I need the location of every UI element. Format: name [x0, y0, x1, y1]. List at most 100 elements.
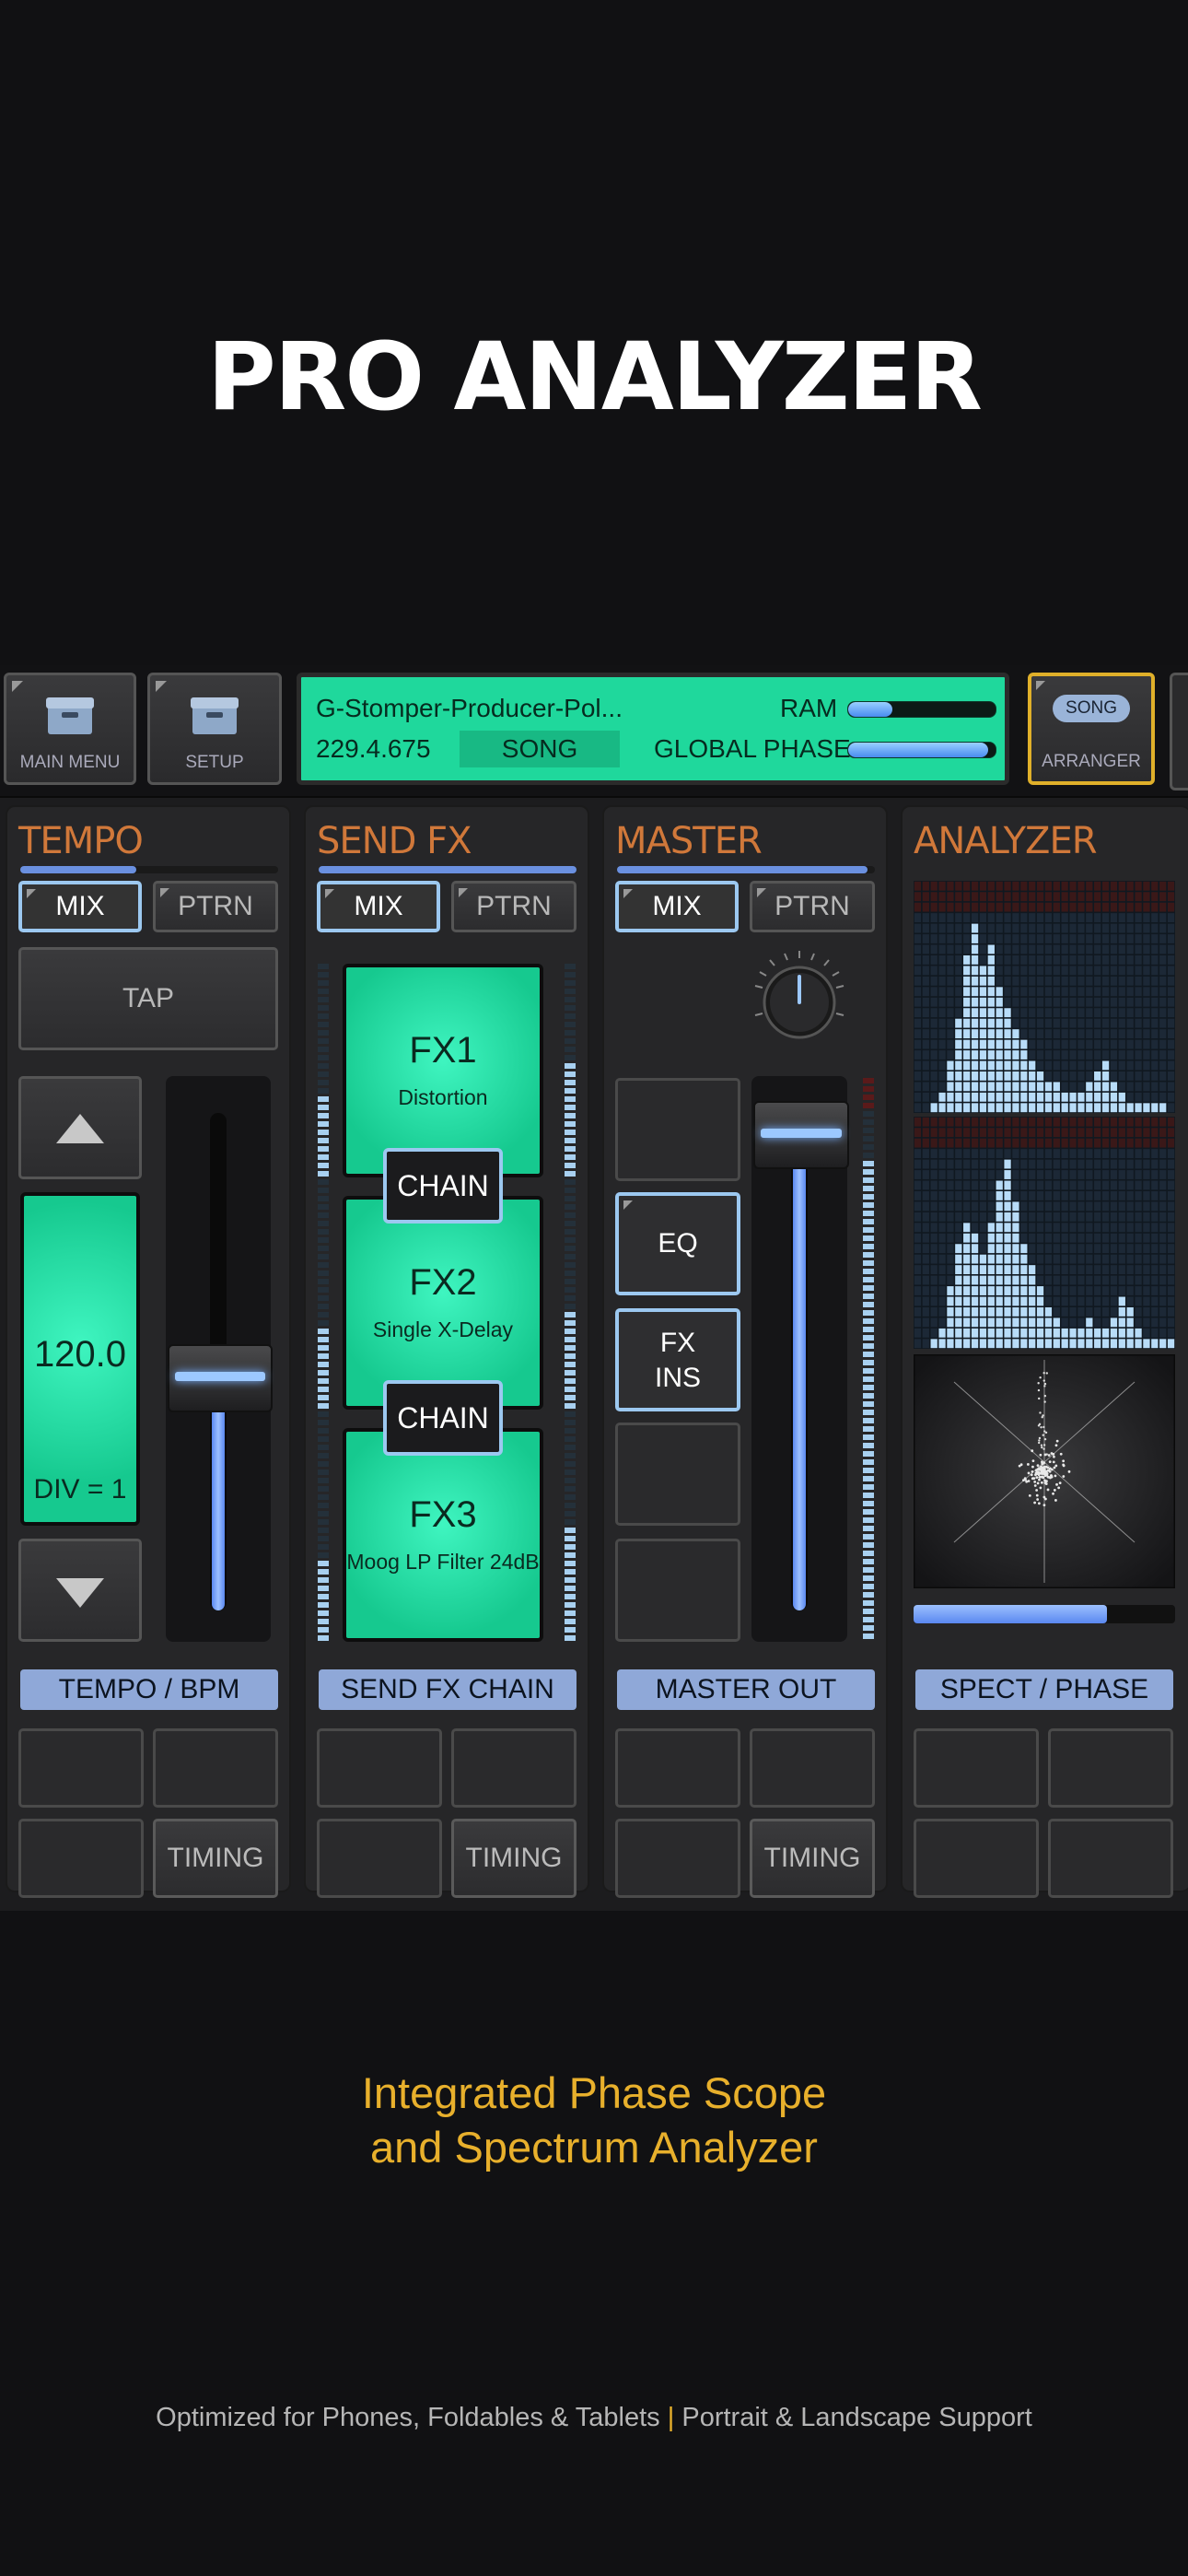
phase-dot [1046, 1466, 1050, 1469]
empty-pad[interactable] [615, 1728, 740, 1808]
meter-segment [318, 1378, 329, 1384]
phase-dot [1033, 1484, 1037, 1487]
tap-button[interactable]: TAP [18, 947, 278, 1050]
spectrum-cell [1069, 1039, 1077, 1049]
empty-pad[interactable] [18, 1819, 144, 1898]
spectrum-cell [1053, 1071, 1060, 1081]
spectrum-cell [1069, 1296, 1077, 1306]
phase-dot [1043, 1430, 1046, 1433]
spectrum-cell [1118, 1190, 1125, 1200]
meter-segment [863, 1144, 874, 1150]
spectrum-cell [914, 976, 922, 986]
fx2-slot[interactable]: FX2 Single X-Delay [343, 1196, 543, 1410]
spectrum-cell [1069, 1317, 1077, 1328]
spectrum-cell [971, 1060, 979, 1071]
phase-dot [1044, 1482, 1048, 1485]
ptrn-button[interactable]: PTRN [451, 881, 577, 932]
chain-button-2[interactable]: CHAIN [383, 1380, 503, 1456]
master-knob[interactable] [744, 945, 855, 1056]
spectrum-cell [947, 892, 954, 902]
phase-dot [1054, 1464, 1058, 1468]
ptrn-button[interactable]: PTRN [153, 881, 278, 932]
spectrum-cell [1061, 1265, 1068, 1275]
setup-button[interactable]: SETUP [147, 673, 282, 785]
empty-pad[interactable] [451, 1728, 577, 1808]
fader-knob[interactable] [753, 1100, 849, 1169]
empty-pad[interactable] [18, 1728, 144, 1808]
empty-pad[interactable] [1048, 1819, 1173, 1898]
tempo-down-button[interactable] [18, 1539, 142, 1642]
spectrum-cell [1053, 1212, 1060, 1222]
fader-knob[interactable] [168, 1344, 273, 1413]
spectrum-cell [914, 1223, 922, 1233]
tempo-up-button[interactable] [18, 1076, 142, 1179]
mix-button[interactable]: MIX [615, 881, 739, 932]
spectrum-cell [1012, 1117, 1019, 1127]
phase-dot [1038, 1423, 1042, 1426]
fx1-slot[interactable]: FX1 Distortion [343, 964, 543, 1177]
mix-button[interactable]: MIX [18, 881, 142, 932]
overflow-button[interactable] [1170, 673, 1188, 790]
ptrn-label: PTRN [775, 891, 850, 921]
spectrum-cell [1077, 902, 1085, 912]
spectrum-cell [1101, 944, 1110, 954]
empty-pad[interactable] [615, 1819, 740, 1898]
master-fader[interactable] [751, 1076, 849, 1642]
spectrum-cell [1135, 1050, 1142, 1060]
empty-pad[interactable] [615, 1539, 740, 1642]
mix-button[interactable]: MIX [317, 881, 440, 932]
meter-segment [863, 1368, 874, 1374]
ptrn-button[interactable]: PTRN [750, 881, 875, 932]
fx-ins-button[interactable]: FX INS [615, 1308, 740, 1411]
spectrum-cell [1143, 1060, 1150, 1071]
empty-pad[interactable] [153, 1728, 278, 1808]
spectrum-cell [1143, 1265, 1150, 1275]
tempo-fader[interactable] [166, 1076, 273, 1642]
empty-pad[interactable] [317, 1819, 442, 1898]
spectrum-cell [1094, 1306, 1101, 1317]
spectrum-cell [1036, 1201, 1044, 1212]
empty-pad[interactable] [914, 1728, 1039, 1808]
empty-pad[interactable] [317, 1728, 442, 1808]
empty-pad[interactable] [914, 1819, 1039, 1898]
meter-segment [565, 1130, 576, 1135]
phase-dot [1062, 1475, 1066, 1478]
meter-segment [863, 1111, 874, 1117]
spectrum-cell [971, 1149, 979, 1159]
empty-pad[interactable] [615, 1423, 740, 1526]
phase-dot [1038, 1478, 1041, 1481]
spectrum-cell [1110, 1138, 1118, 1148]
empty-pad[interactable] [1048, 1728, 1173, 1808]
meter-segment [863, 1285, 874, 1291]
spectrum-cell [1151, 913, 1159, 923]
main-menu-button[interactable]: MAIN MENU [4, 673, 136, 785]
spectrum-cell [1029, 1050, 1036, 1060]
chain-button-1[interactable]: CHAIN [383, 1148, 503, 1224]
analyzer-slider[interactable] [914, 1605, 1175, 1623]
spectrum-cell [1053, 1190, 1060, 1200]
spectrum-cell [1118, 1275, 1125, 1285]
eq-button[interactable]: EQ [615, 1192, 740, 1295]
spectrum-cell [1110, 1306, 1118, 1317]
spectrum-cell [947, 1212, 954, 1222]
spectrum-cell [922, 1029, 929, 1039]
spectrum-cell [1020, 1180, 1028, 1190]
timing-button[interactable]: TIMING [153, 1819, 278, 1898]
spectrum-cell [1143, 1190, 1150, 1200]
spectrum-cell [1151, 1159, 1159, 1169]
spectrum-cell [1077, 976, 1085, 986]
meter-segment [565, 1469, 576, 1475]
timing-button[interactable]: TIMING [750, 1819, 875, 1898]
timing-button[interactable]: TIMING [451, 1819, 577, 1898]
fx3-slot[interactable]: FX3 Moog LP Filter 24dB [343, 1428, 543, 1642]
song-display[interactable]: G-Stomper-Producer-Pol... 229.4.675 SONG… [297, 673, 1009, 785]
spectrum-cell [971, 1265, 979, 1275]
arranger-button[interactable]: SONG ARRANGER [1028, 673, 1155, 785]
spectrum-cell [1036, 1039, 1044, 1049]
spectrum-cell [1036, 934, 1044, 943]
bpm-display[interactable]: 120.0 DIV = 1 [20, 1192, 140, 1526]
spectrum-cell [1151, 1071, 1159, 1081]
spectrum-cell [914, 1286, 922, 1295]
empty-pad[interactable] [615, 1078, 740, 1181]
empty-pad[interactable] [750, 1728, 875, 1808]
